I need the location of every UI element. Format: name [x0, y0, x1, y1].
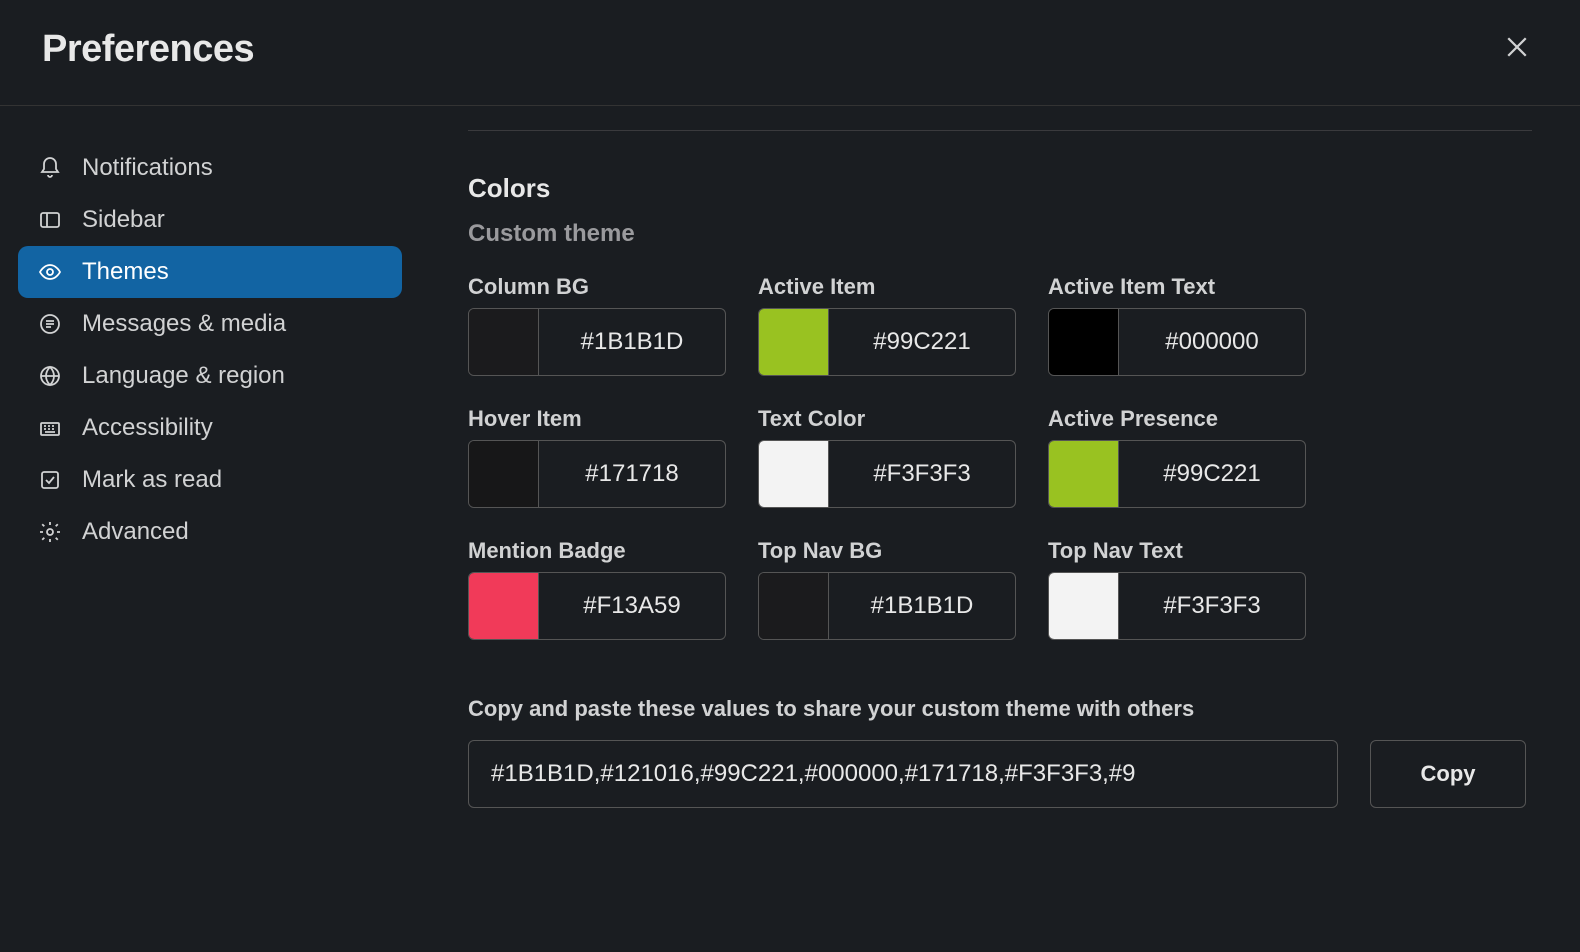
color-input[interactable]: #000000 [1048, 308, 1306, 376]
color-swatch [1049, 441, 1119, 507]
share-theme-label: Copy and paste these values to share you… [468, 696, 1532, 722]
color-label: Active Item Text [1048, 274, 1306, 300]
sidebar-item-label: Notifications [82, 154, 213, 182]
color-swatch [759, 573, 829, 639]
close-button[interactable] [1502, 32, 1532, 68]
color-field-active-item: Active Item #99C221 [758, 274, 1016, 376]
color-label: Column BG [468, 274, 726, 300]
color-field-top-nav-text: Top Nav Text #F3F3F3 [1048, 538, 1306, 640]
color-field-text-color: Text Color #F3F3F3 [758, 406, 1016, 508]
color-hex-value: #99C221 [1119, 441, 1305, 507]
sidebar-item-mark-as-read[interactable]: Mark as read [18, 454, 402, 506]
sidebar-item-sidebar[interactable]: Sidebar [18, 194, 402, 246]
color-input[interactable]: #99C221 [1048, 440, 1306, 508]
color-hex-value: #99C221 [829, 309, 1015, 375]
color-input[interactable]: #1B1B1D [468, 308, 726, 376]
color-hex-value: #1B1B1D [539, 309, 725, 375]
color-field-active-item-text: Active Item Text #000000 [1048, 274, 1306, 376]
share-theme-row: Copy [468, 740, 1532, 808]
color-field-mention-badge: Mention Badge #F13A59 [468, 538, 726, 640]
color-label: Top Nav Text [1048, 538, 1306, 564]
color-field-active-presence: Active Presence #99C221 [1048, 406, 1306, 508]
globe-icon [36, 362, 64, 390]
color-field-column-bg: Column BG #1B1B1D [468, 274, 726, 376]
preferences-sidebar: Notifications Sidebar Themes Messages & … [0, 130, 420, 808]
color-input[interactable]: #1B1B1D [758, 572, 1016, 640]
sidebar-icon [36, 206, 64, 234]
sidebar-item-themes[interactable]: Themes [18, 246, 402, 298]
color-field-top-nav-bg: Top Nav BG #1B1B1D [758, 538, 1016, 640]
color-hex-value: #F3F3F3 [829, 441, 1015, 507]
close-icon [1502, 32, 1532, 70]
color-input[interactable]: #F3F3F3 [1048, 572, 1306, 640]
sidebar-item-label: Advanced [82, 518, 189, 546]
color-label: Active Presence [1048, 406, 1306, 432]
sidebar-item-label: Messages & media [82, 310, 286, 338]
color-input[interactable]: #F3F3F3 [758, 440, 1016, 508]
page-title: Preferences [42, 28, 254, 71]
color-label: Top Nav BG [758, 538, 1016, 564]
section-divider [468, 130, 1532, 131]
sidebar-item-label: Sidebar [82, 206, 165, 234]
color-label: Text Color [758, 406, 1016, 432]
color-label: Hover Item [468, 406, 726, 432]
sidebar-item-label: Language & region [82, 362, 285, 390]
sidebar-item-messages-media[interactable]: Messages & media [18, 298, 402, 350]
preferences-header: Preferences [0, 0, 1580, 106]
color-label: Active Item [758, 274, 1016, 300]
color-hex-value: #F13A59 [539, 573, 725, 639]
color-swatch [469, 441, 539, 507]
sidebar-item-advanced[interactable]: Advanced [18, 506, 402, 558]
custom-theme-subheading: Custom theme [468, 220, 1532, 248]
color-input[interactable]: #171718 [468, 440, 726, 508]
color-swatch [469, 309, 539, 375]
color-hex-value: #F3F3F3 [1119, 573, 1305, 639]
gear-icon [36, 518, 64, 546]
color-hex-value: #000000 [1119, 309, 1305, 375]
color-label: Mention Badge [468, 538, 726, 564]
colors-heading: Colors [468, 173, 1532, 204]
share-theme-input[interactable] [468, 740, 1338, 808]
bell-icon [36, 154, 64, 182]
color-input[interactable]: #F13A59 [468, 572, 726, 640]
color-swatch [469, 573, 539, 639]
color-hex-value: #1B1B1D [829, 573, 1015, 639]
color-swatch [1049, 309, 1119, 375]
themes-panel: Colors Custom theme Column BG #1B1B1D Ac… [420, 130, 1580, 808]
sidebar-item-language-region[interactable]: Language & region [18, 350, 402, 402]
color-swatch [759, 441, 829, 507]
sidebar-item-label: Mark as read [82, 466, 222, 494]
color-grid: Column BG #1B1B1D Active Item #99C221 Ac… [468, 274, 1532, 640]
chat-icon [36, 310, 64, 338]
check-square-icon [36, 466, 64, 494]
color-input[interactable]: #99C221 [758, 308, 1016, 376]
sidebar-item-label: Accessibility [82, 414, 213, 442]
eye-icon [36, 258, 64, 286]
sidebar-item-accessibility[interactable]: Accessibility [18, 402, 402, 454]
keyboard-icon [36, 414, 64, 442]
copy-button[interactable]: Copy [1370, 740, 1526, 808]
sidebar-item-label: Themes [82, 258, 169, 286]
color-field-hover-item: Hover Item #171718 [468, 406, 726, 508]
color-hex-value: #171718 [539, 441, 725, 507]
color-swatch [759, 309, 829, 375]
sidebar-item-notifications[interactable]: Notifications [18, 142, 402, 194]
color-swatch [1049, 573, 1119, 639]
